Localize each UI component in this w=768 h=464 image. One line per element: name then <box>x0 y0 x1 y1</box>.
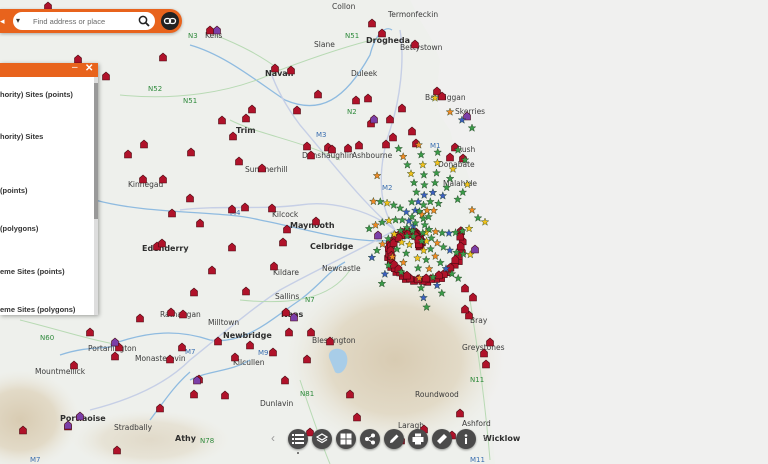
print-button[interactable] <box>408 429 428 449</box>
map-canvas[interactable]: N3 N51 N52 N51 N2 M3 M1 M2 M4 N7 N60 M7 … <box>0 0 768 464</box>
svg-text:M9: M9 <box>258 349 269 357</box>
share-icon <box>365 433 375 445</box>
layers-icon <box>316 433 328 444</box>
svg-text:N52: N52 <box>148 85 162 93</box>
svg-text:N3: N3 <box>188 32 198 40</box>
basemap-gallery-button[interactable] <box>336 429 356 449</box>
svg-text:N78: N78 <box>200 437 214 445</box>
svg-text:Collon: Collon <box>332 2 356 11</box>
share-button[interactable] <box>360 429 380 449</box>
search-icon[interactable] <box>137 14 151 28</box>
layer-item[interactable]: (points) <box>0 186 28 195</box>
menu-icon[interactable]: ◂ <box>0 16 8 26</box>
svg-text:Ashford: Ashford <box>462 419 491 428</box>
draw-button[interactable] <box>384 429 404 449</box>
layer-item[interactable]: hority) Sites (points) <box>0 90 73 99</box>
layer-item[interactable]: (polygons) <box>0 224 38 233</box>
layer-list: hority) Sites (points) hority) Sites (po… <box>0 77 94 315</box>
svg-text:Celbridge: Celbridge <box>310 242 354 251</box>
svg-text:M2: M2 <box>382 184 393 192</box>
svg-text:N11: N11 <box>470 376 484 384</box>
svg-text:Sallins: Sallins <box>275 292 299 301</box>
svg-text:Termonfeckin: Termonfeckin <box>387 10 438 19</box>
chevron-left-icon[interactable]: ‹ <box>271 431 275 445</box>
svg-text:N2: N2 <box>347 108 357 116</box>
svg-text:Bettystown: Bettystown <box>400 43 443 52</box>
scrollbar-thumb[interactable] <box>94 83 98 219</box>
layers-button[interactable] <box>312 429 332 449</box>
search-box: ▾ <box>13 12 155 30</box>
search-input[interactable] <box>33 14 133 28</box>
svg-text:Roundwood: Roundwood <box>415 390 459 399</box>
layer-list-panel: – ✕ hority) Sites (points) hority) Sites… <box>0 62 98 315</box>
svg-text:Ashbourne: Ashbourne <box>352 151 393 160</box>
chevron-down-icon[interactable]: ▾ <box>16 16 20 25</box>
search-bar: ◂ ▾ <box>0 9 182 33</box>
link-icon[interactable] <box>161 12 179 30</box>
layer-item[interactable]: hority) Sites <box>0 132 43 141</box>
svg-text:Kilcock: Kilcock <box>272 210 299 219</box>
svg-text:N51: N51 <box>345 32 359 40</box>
svg-text:N81: N81 <box>300 390 314 398</box>
svg-text:N51: N51 <box>183 97 197 105</box>
svg-text:N60: N60 <box>40 334 54 342</box>
svg-text:Duleek: Duleek <box>351 69 378 78</box>
svg-text:Milltown: Milltown <box>208 318 239 327</box>
grid-icon <box>340 433 352 445</box>
list-icon <box>292 434 304 444</box>
layer-item[interactable]: eme Sites (points) <box>0 267 65 276</box>
printer-icon <box>412 433 424 445</box>
svg-text:Blessington: Blessington <box>312 336 356 345</box>
about-button[interactable] <box>456 429 476 449</box>
chevron-right-icon[interactable]: › <box>483 431 487 445</box>
minimize-icon[interactable]: – <box>72 62 78 73</box>
legend-button[interactable] <box>288 429 308 449</box>
svg-text:Newbridge: Newbridge <box>223 331 272 340</box>
svg-text:N7: N7 <box>305 296 315 304</box>
svg-text:Athy: Athy <box>175 434 197 443</box>
info-icon <box>464 434 468 444</box>
svg-text:Summerhill: Summerhill <box>245 165 288 174</box>
svg-text:Donabate: Donabate <box>438 160 475 169</box>
svg-text:Newcastle: Newcastle <box>322 264 361 273</box>
svg-text:Dunlavin: Dunlavin <box>260 399 293 408</box>
active-indicator <box>297 452 299 454</box>
pencil-icon <box>390 434 399 443</box>
bottom-toolbar: ‹ › <box>268 428 504 458</box>
layer-item[interactable]: eme Sites (polygons) <box>0 305 75 314</box>
svg-text:Slane: Slane <box>314 40 335 49</box>
svg-text:Trim: Trim <box>236 126 256 135</box>
measure-button[interactable] <box>432 429 452 449</box>
close-icon[interactable]: ✕ <box>85 63 93 74</box>
panel-header: – ✕ <box>0 62 98 77</box>
svg-text:Monasterevin: Monasterevin <box>135 354 186 363</box>
ruler-icon <box>437 434 447 444</box>
svg-text:M7: M7 <box>185 348 196 356</box>
svg-text:M1: M1 <box>430 142 441 150</box>
svg-text:Mountmellick: Mountmellick <box>35 367 86 376</box>
svg-text:M3: M3 <box>316 131 327 139</box>
svg-text:M7: M7 <box>30 456 41 464</box>
svg-text:Stradbally: Stradbally <box>114 423 153 432</box>
